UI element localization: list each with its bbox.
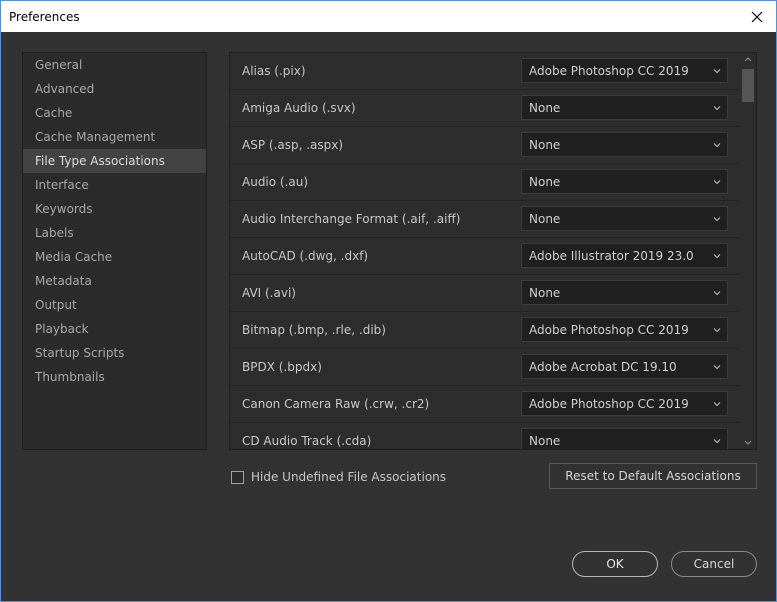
file-type-label: Canon Camera Raw (.crw, .cr2) (242, 397, 430, 411)
chevron-down-icon (713, 69, 721, 74)
sidebar-item-advanced[interactable]: Advanced (23, 77, 206, 101)
application-dropdown[interactable]: Adobe Illustrator 2019 23.0 (521, 243, 728, 268)
preferences-dialog: Preferences General Advanced Cache Cache Ma… (0, 0, 777, 602)
dropdown-value: Adobe Photoshop CC 2019 (529, 64, 689, 78)
application-dropdown[interactable]: Adobe Acrobat DC 19.10 (521, 354, 728, 379)
hide-undefined-option[interactable]: Hide Undefined File Associations (231, 469, 446, 485)
dropdown-value: None (529, 101, 561, 115)
sidebar-item-output[interactable]: Output (23, 293, 206, 317)
association-row: BPDX (.bpdx) Adobe Acrobat DC 19.10 (230, 349, 740, 386)
chevron-down-icon (713, 254, 721, 259)
file-type-label: Audio (.au) (242, 175, 309, 189)
association-row: AutoCAD (.dwg, .dxf) Adobe Illustrator 20… (230, 238, 740, 275)
sidebar-item-general[interactable]: General (23, 53, 206, 77)
application-dropdown[interactable]: Adobe Photoshop CC 2019 (521, 58, 728, 83)
window-title: Preferences (9, 10, 80, 24)
application-dropdown[interactable]: Adobe Photoshop CC 2019 (521, 391, 728, 416)
file-type-label: AutoCAD (.dwg, .dxf) (242, 249, 369, 263)
dropdown-value: None (529, 286, 561, 300)
chevron-down-icon (713, 402, 721, 407)
application-dropdown[interactable]: Adobe Photoshop CC 2019 (521, 317, 728, 342)
association-row: Amiga Audio (.svx) None (230, 90, 740, 127)
sidebar-item-cache[interactable]: Cache (23, 101, 206, 125)
file-type-label: AVI (.avi) (242, 286, 296, 300)
chevron-down-icon (713, 328, 721, 333)
ok-button[interactable]: OK (572, 551, 658, 577)
association-row: Bitmap (.bmp, .rle, .dib) Adobe Photoshop… (230, 312, 740, 349)
close-icon (751, 11, 763, 22)
scroll-up-icon[interactable] (744, 56, 752, 62)
association-row: Audio Interchange Format (.aif, .aiff) No… (230, 201, 740, 238)
file-type-label: Bitmap (.bmp, .rle, .dib) (242, 323, 386, 337)
sidebar-list: General Advanced Cache Cache Management File… (23, 53, 206, 389)
application-dropdown[interactable]: None (521, 132, 728, 157)
application-dropdown[interactable]: None (521, 428, 728, 449)
scrollbar[interactable] (740, 53, 756, 449)
dropdown-value: Adobe Acrobat DC 19.10 (529, 360, 677, 374)
file-type-associations-panel: Alias (.pix) Adobe Photoshop CC 2019 Amiga… (229, 52, 757, 450)
sidebar-item-media-cache[interactable]: Media Cache (23, 245, 206, 269)
chevron-down-icon (713, 365, 721, 370)
application-dropdown[interactable]: None (521, 169, 728, 194)
file-type-label: Alias (.pix) (242, 64, 306, 78)
application-dropdown[interactable]: None (521, 280, 728, 305)
sidebar-item-thumbnails[interactable]: Thumbnails (23, 365, 206, 389)
sidebar-item-metadata[interactable]: Metadata (23, 269, 206, 293)
sidebar-item-cache-management[interactable]: Cache Management (23, 125, 206, 149)
application-dropdown[interactable]: None (521, 206, 728, 231)
scrollbar-thumb[interactable] (742, 69, 754, 102)
dropdown-value: Adobe Photoshop CC 2019 (529, 397, 689, 411)
close-button[interactable] (738, 1, 776, 32)
sidebar-item-playback[interactable]: Playback (23, 317, 206, 341)
file-type-label: BPDX (.bpdx) (242, 360, 322, 374)
application-dropdown[interactable]: None (521, 95, 728, 120)
chevron-down-icon (713, 180, 721, 185)
file-type-label: Amiga Audio (.svx) (242, 101, 356, 115)
chevron-down-icon (713, 291, 721, 296)
title-bar: Preferences (1, 1, 776, 32)
dropdown-value: Adobe Photoshop CC 2019 (529, 323, 689, 337)
dropdown-value: None (529, 175, 561, 189)
sidebar-item-file-type-associations[interactable]: File Type Associations (23, 149, 206, 173)
association-row: AVI (.avi) None (230, 275, 740, 312)
sidebar-item-startup-scripts[interactable]: Startup Scripts (23, 341, 206, 365)
association-row: CD Audio Track (.cda) None (230, 423, 740, 449)
chevron-down-icon (713, 217, 721, 222)
reset-default-associations-button[interactable]: Reset to Default Associations (549, 463, 757, 489)
sidebar: General Advanced Cache Cache Management File… (22, 52, 207, 450)
file-type-label: CD Audio Track (.cda) (242, 434, 372, 448)
sidebar-item-interface[interactable]: Interface (23, 173, 206, 197)
file-type-label: ASP (.asp, .aspx) (242, 138, 344, 152)
association-row: Audio (.au) None (230, 164, 740, 201)
association-row: Alias (.pix) Adobe Photoshop CC 2019 (230, 53, 740, 90)
sidebar-item-labels[interactable]: Labels (23, 221, 206, 245)
hide-undefined-checkbox[interactable] (231, 470, 244, 484)
chevron-down-icon (713, 143, 721, 148)
dropdown-value: None (529, 138, 561, 152)
cancel-button[interactable]: Cancel (671, 551, 757, 577)
dropdown-value: None (529, 434, 561, 448)
association-row: ASP (.asp, .aspx) None (230, 127, 740, 164)
file-type-label: Audio Interchange Format (.aif, .aiff) (242, 212, 461, 226)
scroll-down-icon[interactable] (744, 440, 752, 446)
hide-undefined-label: Hide Undefined File Associations (251, 470, 447, 484)
association-row: Canon Camera Raw (.crw, .cr2) Adobe Photo… (230, 386, 740, 423)
dialog-content: General Advanced Cache Cache Management File… (1, 32, 776, 601)
sidebar-item-keywords[interactable]: Keywords (23, 197, 206, 221)
dropdown-value: None (529, 212, 561, 226)
chevron-down-icon (713, 439, 721, 444)
dropdown-value: Adobe Illustrator 2019 23.0 (529, 249, 694, 263)
chevron-down-icon (713, 106, 721, 111)
